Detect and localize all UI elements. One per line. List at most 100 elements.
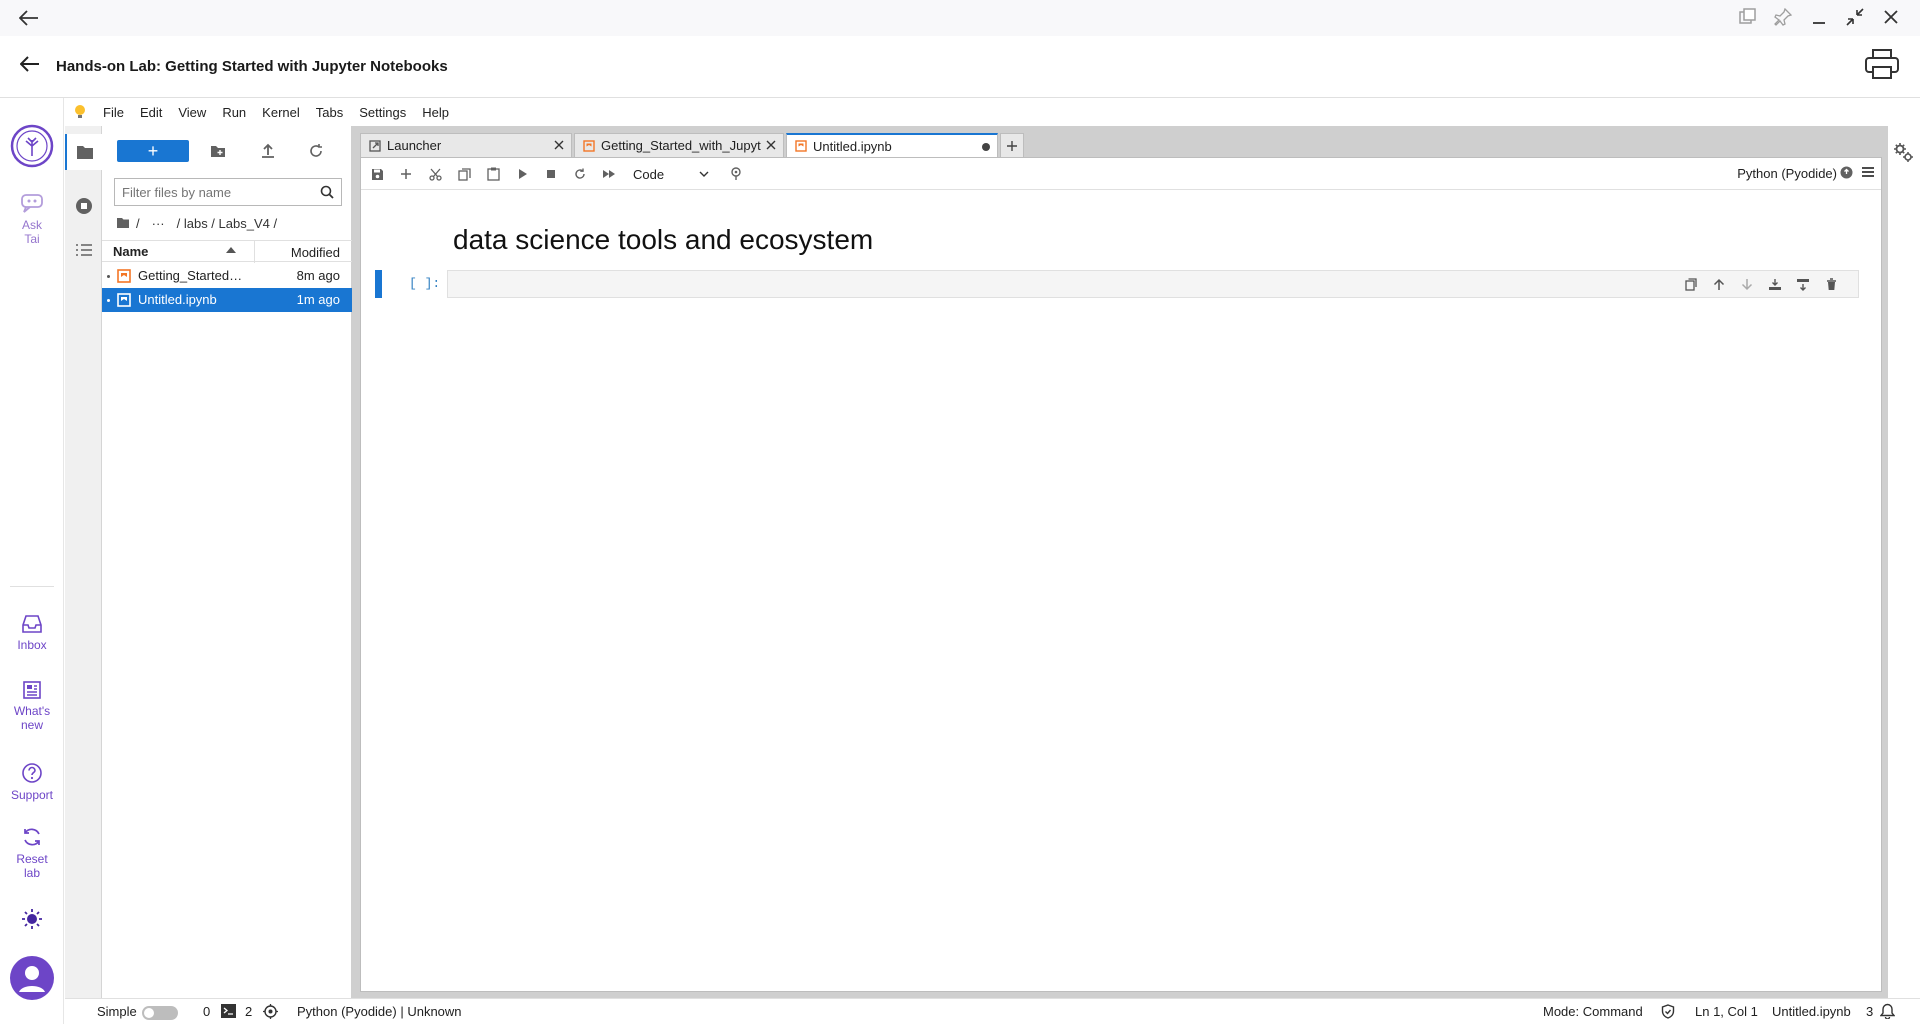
running-kernels-icon[interactable] [65, 188, 102, 224]
hamburger-menu-icon[interactable] [1861, 166, 1875, 178]
notebook-icon [117, 293, 131, 307]
code-cell[interactable]: [ ]: [375, 270, 1871, 298]
terminal-count[interactable]: 0 [203, 1004, 210, 1019]
rail-ask-tai[interactable]: Ask Tai [0, 192, 64, 246]
table-of-contents-icon[interactable] [65, 232, 102, 268]
menu-edit[interactable]: Edit [132, 105, 170, 120]
tab-untitled[interactable]: Untitled.ipynb [786, 133, 998, 157]
menu-file[interactable]: File [95, 105, 132, 120]
cursor-position[interactable]: Ln 1, Col 1 [1695, 1004, 1758, 1019]
rail-support[interactable]: Support [0, 762, 64, 802]
property-inspector-gears-icon[interactable] [1893, 142, 1915, 164]
new-launcher-button[interactable]: + [117, 140, 189, 162]
kernel-name[interactable]: Python (Pyodide) [1737, 166, 1837, 181]
duplicate-cell-icon[interactable] [1680, 274, 1702, 294]
file-browser: + / ··· / labs / Labs_V4 / Name Modified… [102, 126, 352, 998]
sort-ascending-icon[interactable] [226, 247, 236, 253]
copy-icon[interactable] [452, 163, 476, 185]
breadcrumb-folder-icon[interactable] [116, 217, 130, 229]
insert-below-icon[interactable] [1792, 274, 1814, 294]
tab-label: Getting_Started_with_Jupyter_Notebooks.i… [601, 138, 761, 153]
unsaved-dot-icon[interactable] [981, 142, 991, 152]
menu-help[interactable]: Help [414, 105, 457, 120]
help-circle-icon [22, 763, 42, 783]
simple-mode-label: Simple [97, 1004, 137, 1019]
breadcrumb: / ··· / labs / Labs_V4 / [116, 214, 277, 232]
move-down-icon[interactable] [1736, 274, 1758, 294]
newspaper-icon [23, 681, 41, 699]
menu-run[interactable]: Run [214, 105, 254, 120]
shield-check-icon[interactable] [1661, 1004, 1675, 1019]
file-status-dot [107, 299, 110, 302]
menu-kernel[interactable]: Kernel [254, 105, 308, 120]
cell-editor[interactable] [447, 270, 1859, 298]
refresh-files-icon[interactable] [302, 140, 330, 162]
lab-back-arrow-icon[interactable] [16, 50, 44, 78]
file-list-header: Name Modified [102, 240, 352, 263]
file-status-dot [107, 275, 110, 278]
cell-type-value: Code [633, 166, 665, 182]
breadcrumb-root[interactable]: / [136, 216, 140, 231]
minimize-icon[interactable] [1806, 4, 1832, 30]
kernel-count[interactable]: 2 [245, 1004, 252, 1019]
filter-files-input[interactable] [115, 184, 313, 200]
stop-icon[interactable] [539, 163, 563, 185]
restart-kernel-icon[interactable] [568, 163, 592, 185]
menu-view[interactable]: View [170, 105, 214, 120]
tab-label: Untitled.ipynb [813, 138, 892, 154]
file-row[interactable]: Getting_Started_with_Jupyter_Notebooks.i… [102, 264, 352, 288]
run-all-icon[interactable] [597, 163, 621, 185]
new-folder-icon[interactable] [204, 140, 232, 162]
user-avatar[interactable] [0, 956, 64, 1004]
close-tab-icon[interactable] [553, 139, 565, 151]
menu-tabs[interactable]: Tabs [308, 105, 351, 120]
cell-type-select[interactable]: Code [633, 163, 717, 185]
kernel-state[interactable]: Python (Pyodide) | Unknown [297, 1004, 462, 1019]
brand-logo[interactable] [0, 124, 64, 172]
insert-above-icon[interactable] [1764, 274, 1786, 294]
column-modified[interactable]: Modified [291, 245, 340, 260]
debugger-icon[interactable] [724, 163, 748, 185]
markdown-heading[interactable]: data science tools and ecosystem [453, 224, 873, 256]
close-window-icon[interactable] [1878, 4, 1904, 30]
tab-getting-started[interactable]: Getting_Started_with_Jupyter_Notebooks.i… [574, 133, 784, 157]
cut-icon[interactable] [423, 163, 447, 185]
status-bar: Simple 0 2 Python (Pyodide) | Unknown Mo… [65, 998, 1920, 1024]
close-tab-icon[interactable] [765, 139, 777, 151]
delete-cell-icon[interactable] [1820, 274, 1842, 294]
paste-icon[interactable] [481, 163, 505, 185]
restore-icon[interactable] [1842, 4, 1868, 30]
folder-icon[interactable] [65, 134, 102, 170]
refresh-icon [24, 828, 40, 846]
file-modified: 8m ago [296, 268, 340, 283]
notebook-mode: Mode: Command [1543, 1004, 1643, 1019]
menu-settings[interactable]: Settings [351, 105, 414, 120]
run-icon[interactable] [511, 163, 535, 185]
theme-toggle[interactable] [0, 908, 64, 934]
popout-icon[interactable] [1734, 4, 1760, 30]
lab-title-bar: Hands-on Lab: Getting Started with Jupyt… [0, 36, 1920, 98]
tab-launcher[interactable]: Launcher [360, 133, 572, 157]
simple-mode-toggle[interactable] [142, 1006, 178, 1020]
insert-cell-icon[interactable] [394, 163, 418, 185]
notebook-icon [117, 269, 131, 283]
breadcrumb-ellipsis[interactable]: ··· [152, 216, 165, 231]
breadcrumb-path[interactable]: / labs / Labs_V4 / [177, 216, 277, 231]
rail-reset-lab[interactable]: Reset lab [0, 826, 64, 880]
search-icon [313, 179, 341, 205]
pin-icon[interactable] [1770, 4, 1796, 30]
sun-icon [22, 909, 42, 929]
notification-count[interactable]: 3 [1866, 1004, 1873, 1019]
file-row-selected[interactable]: Untitled.ipynb 1m ago [102, 288, 352, 312]
file-name: Untitled.ipynb [138, 292, 217, 307]
add-tab-button[interactable] [1000, 133, 1024, 157]
rail-whats-new[interactable]: What's new [0, 680, 64, 732]
upload-icon[interactable] [254, 140, 282, 162]
save-icon[interactable] [365, 163, 389, 185]
bell-icon[interactable] [1880, 1003, 1895, 1019]
print-icon[interactable] [1862, 44, 1902, 84]
move-up-icon[interactable] [1708, 274, 1730, 294]
back-arrow-icon[interactable] [16, 6, 42, 30]
rail-inbox[interactable]: Inbox [0, 614, 64, 652]
column-name[interactable]: Name [113, 244, 148, 259]
